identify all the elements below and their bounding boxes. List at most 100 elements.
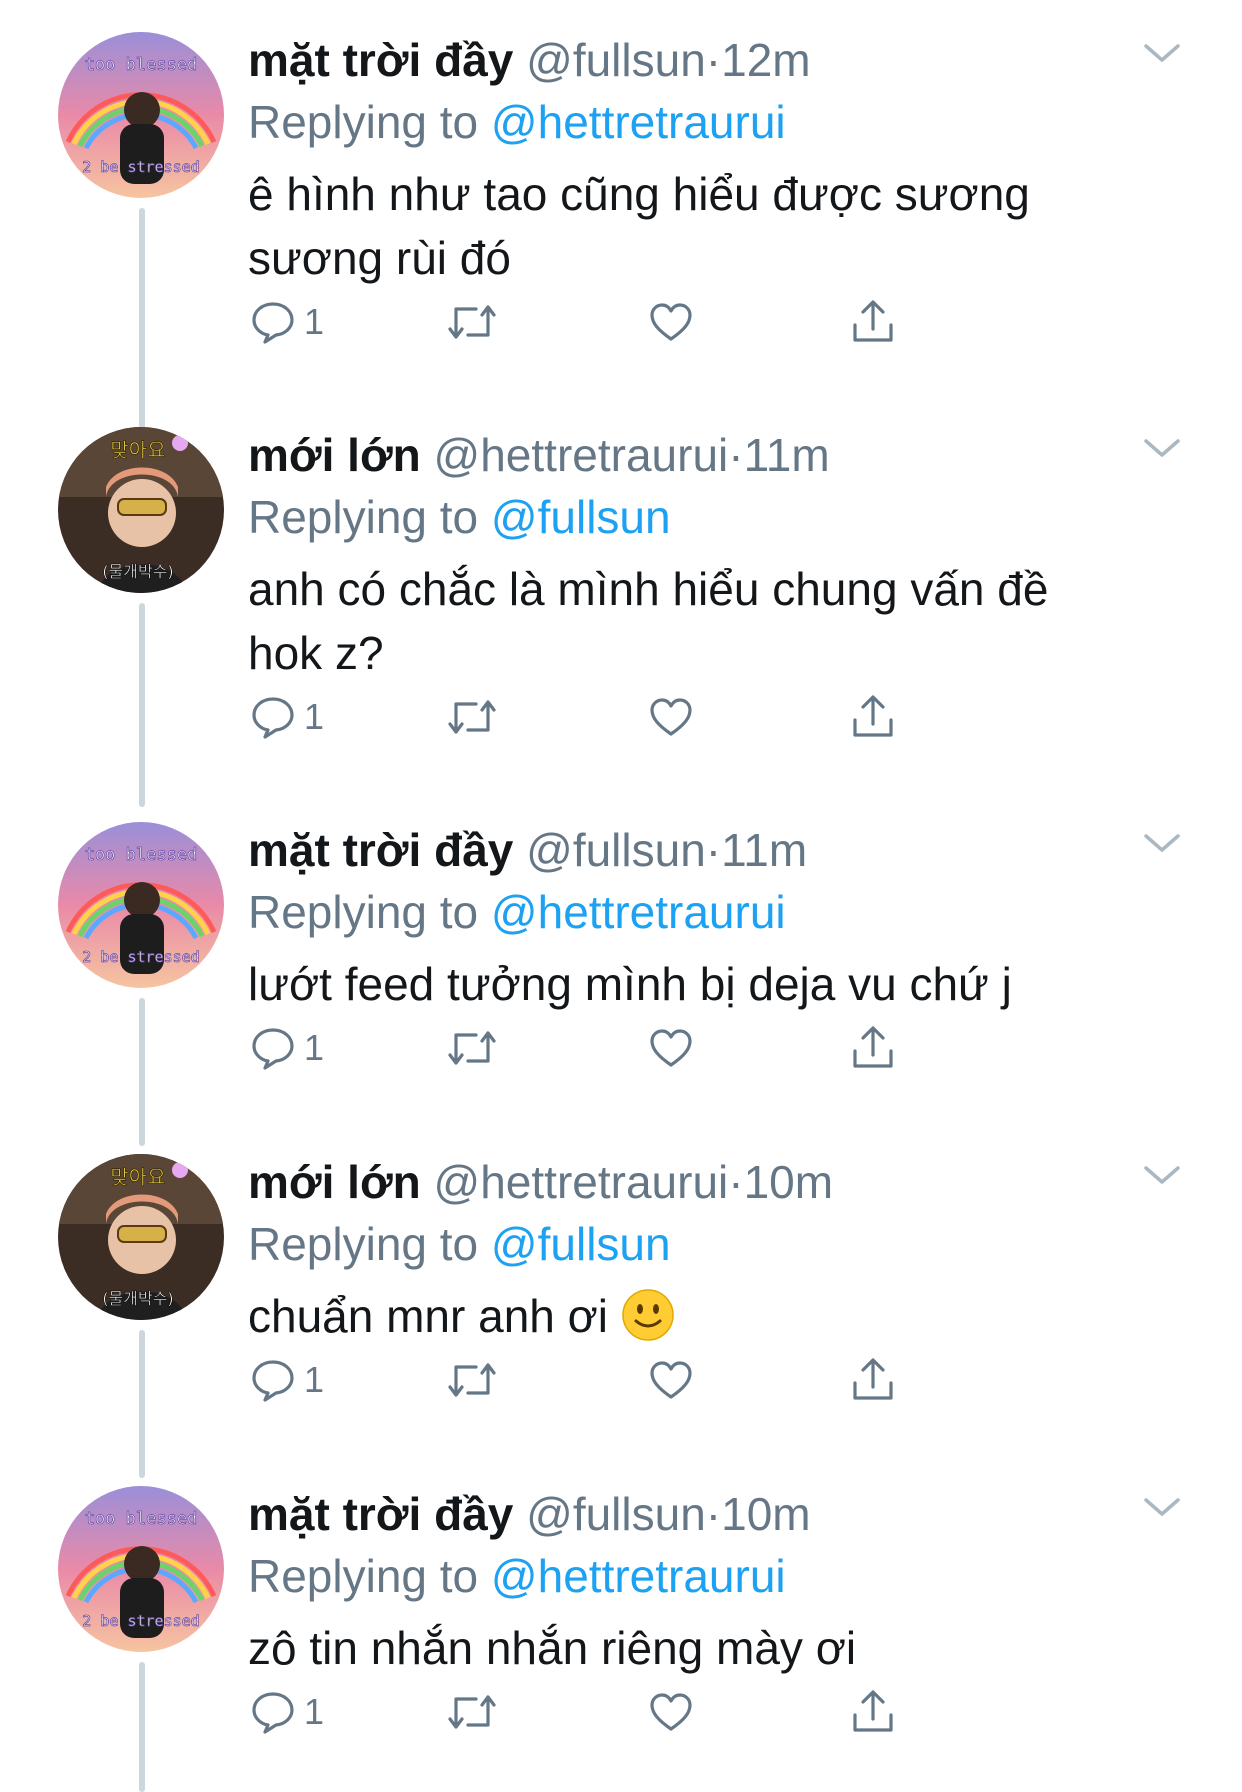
retweet-icon [446,1689,498,1735]
username[interactable]: @fullsun [526,1488,706,1540]
chevron-down-icon[interactable] [1140,38,1184,68]
timestamp[interactable]: 10m [721,1488,810,1540]
avatar-bottom-text: (물개박수) [102,562,173,581]
reply-icon [250,299,296,345]
reply-icon [250,694,296,740]
username[interactable]: @hettretraurui [434,1156,729,1208]
avatar-top-text: 맞아요 [110,1165,165,1189]
timestamp[interactable]: 12m [721,34,810,86]
tweet[interactable]: 맞아요 (물개박수) mới lớn @hettretraurui·11m Re… [0,425,1242,807]
tweet-actions: 1 [248,1350,1008,1410]
share-button[interactable] [850,1350,896,1410]
tweet-text: zô tin nhắn nhắn riêng mày ơi [248,1622,857,1674]
avatar-top-text: 맞아요 [110,438,165,462]
replying-to-link[interactable]: @hettretraurui [491,1550,786,1602]
tweet[interactable]: too blessed 2 be stressed mặt trời đầy @… [0,1484,1242,1792]
tweet-header: mặt trời đầy @fullsun·10m [248,1484,811,1544]
tweet[interactable]: too blessed 2 be stressed mặt trời đầy @… [0,820,1242,1146]
retweet-button[interactable] [446,1350,498,1410]
replying-to-label: Replying to [248,1550,479,1602]
tweet[interactable]: too blessed 2 be stressed mặt trời đầy @… [0,30,1242,444]
reply-count: 1 [304,696,325,737]
tweet-actions: 1 [248,687,1008,747]
chevron-down-icon[interactable] [1140,1492,1184,1522]
replying-to-link[interactable]: @hettretraurui [491,96,786,148]
replying-to-line: Replying to @fullsun [248,487,671,547]
replying-to-link[interactable]: @hettretraurui [491,886,786,938]
share-button[interactable] [850,1018,896,1078]
retweet-button[interactable] [446,1018,498,1078]
display-name[interactable]: mới lớn [248,1156,421,1208]
replying-to-link[interactable]: @fullsun [491,1218,671,1270]
separator-dot: · [705,1488,722,1540]
reply-count: 1 [304,1691,325,1732]
timestamp[interactable]: 10m [744,1156,833,1208]
thread-connector [139,603,145,807]
tweet-text: ê hình như tao cũng hiểu được sương sươn… [248,168,1030,284]
avatar-top-text: too blessed [85,1509,198,1529]
reply-button[interactable]: 1 [250,1018,324,1078]
chevron-down-icon[interactable] [1140,1160,1184,1190]
share-icon [850,1689,896,1735]
retweet-icon [446,1357,498,1403]
display-name[interactable]: mặt trời đầy [248,1488,513,1540]
tweet-text: lướt feed tưởng mình bị deja vu chứ j [248,958,1012,1010]
retweet-icon [446,694,498,740]
share-button[interactable] [850,292,896,352]
retweet-button[interactable] [446,687,498,747]
thread-connector [139,208,145,444]
timestamp[interactable]: 11m [721,824,807,876]
like-icon [648,1689,694,1735]
reply-button[interactable]: 1 [250,687,324,747]
reply-button[interactable]: 1 [250,1682,324,1742]
replying-to-label: Replying to [248,96,479,148]
tweet-actions: 1 [248,1018,1008,1078]
timestamp[interactable]: 11m [744,429,830,481]
avatar[interactable]: too blessed 2 be stressed [58,1486,224,1652]
avatar-bottom-text: 2 be stressed [82,948,199,966]
reply-button[interactable]: 1 [250,1350,324,1410]
username[interactable]: @hettretraurui [434,429,729,481]
thread-connector [139,1330,145,1478]
avatar[interactable]: 맞아요 (물개박수) [58,427,224,593]
display-name[interactable]: mới lớn [248,429,421,481]
like-button[interactable] [648,1018,694,1078]
share-button[interactable] [850,687,896,747]
separator-dot: · [705,34,722,86]
tweet-header: mặt trời đầy @fullsun·11m [248,820,807,880]
reply-button[interactable]: 1 [250,292,324,352]
retweet-button[interactable] [446,292,498,352]
username[interactable]: @fullsun [526,34,706,86]
replying-to-label: Replying to [248,886,479,938]
thread-connector [139,998,145,1146]
username[interactable]: @fullsun [526,824,706,876]
like-button[interactable] [648,1682,694,1742]
like-button[interactable] [648,687,694,747]
avatar[interactable]: too blessed 2 be stressed [58,32,224,198]
reply-icon [250,1025,296,1071]
replying-to-link[interactable]: @fullsun [491,491,671,543]
like-button[interactable] [648,1350,694,1410]
retweet-button[interactable] [446,1682,498,1742]
replying-to-line: Replying to @hettretraurui [248,92,786,152]
share-icon [850,1025,896,1071]
share-icon [850,1357,896,1403]
display-name[interactable]: mặt trời đầy [248,34,513,86]
avatar[interactable]: 맞아요 (물개박수) [58,1154,224,1320]
replying-to-line: Replying to @fullsun [248,1214,671,1274]
like-icon [648,694,694,740]
display-name[interactable]: mặt trời đầy [248,824,513,876]
tweet-text: anh có chắc là mình hiểu chung vấn đề ho… [248,563,1049,679]
avatar-bottom-text: 2 be stressed [82,158,199,176]
replying-to-label: Replying to [248,1218,479,1270]
chevron-down-icon[interactable] [1140,828,1184,858]
avatar-bottom-text: 2 be stressed [82,1612,199,1630]
avatar[interactable]: too blessed 2 be stressed [58,822,224,988]
chevron-down-icon[interactable] [1140,433,1184,463]
share-button[interactable] [850,1682,896,1742]
reply-count: 1 [304,301,325,342]
like-button[interactable] [648,292,694,352]
reply-count: 1 [304,1027,325,1068]
tweet-text-row: chuẩn mnr anh ơi [248,1284,1108,1348]
tweet[interactable]: 맞아요 (물개박수) mới lớn @hettretraurui·10m Re… [0,1152,1242,1478]
